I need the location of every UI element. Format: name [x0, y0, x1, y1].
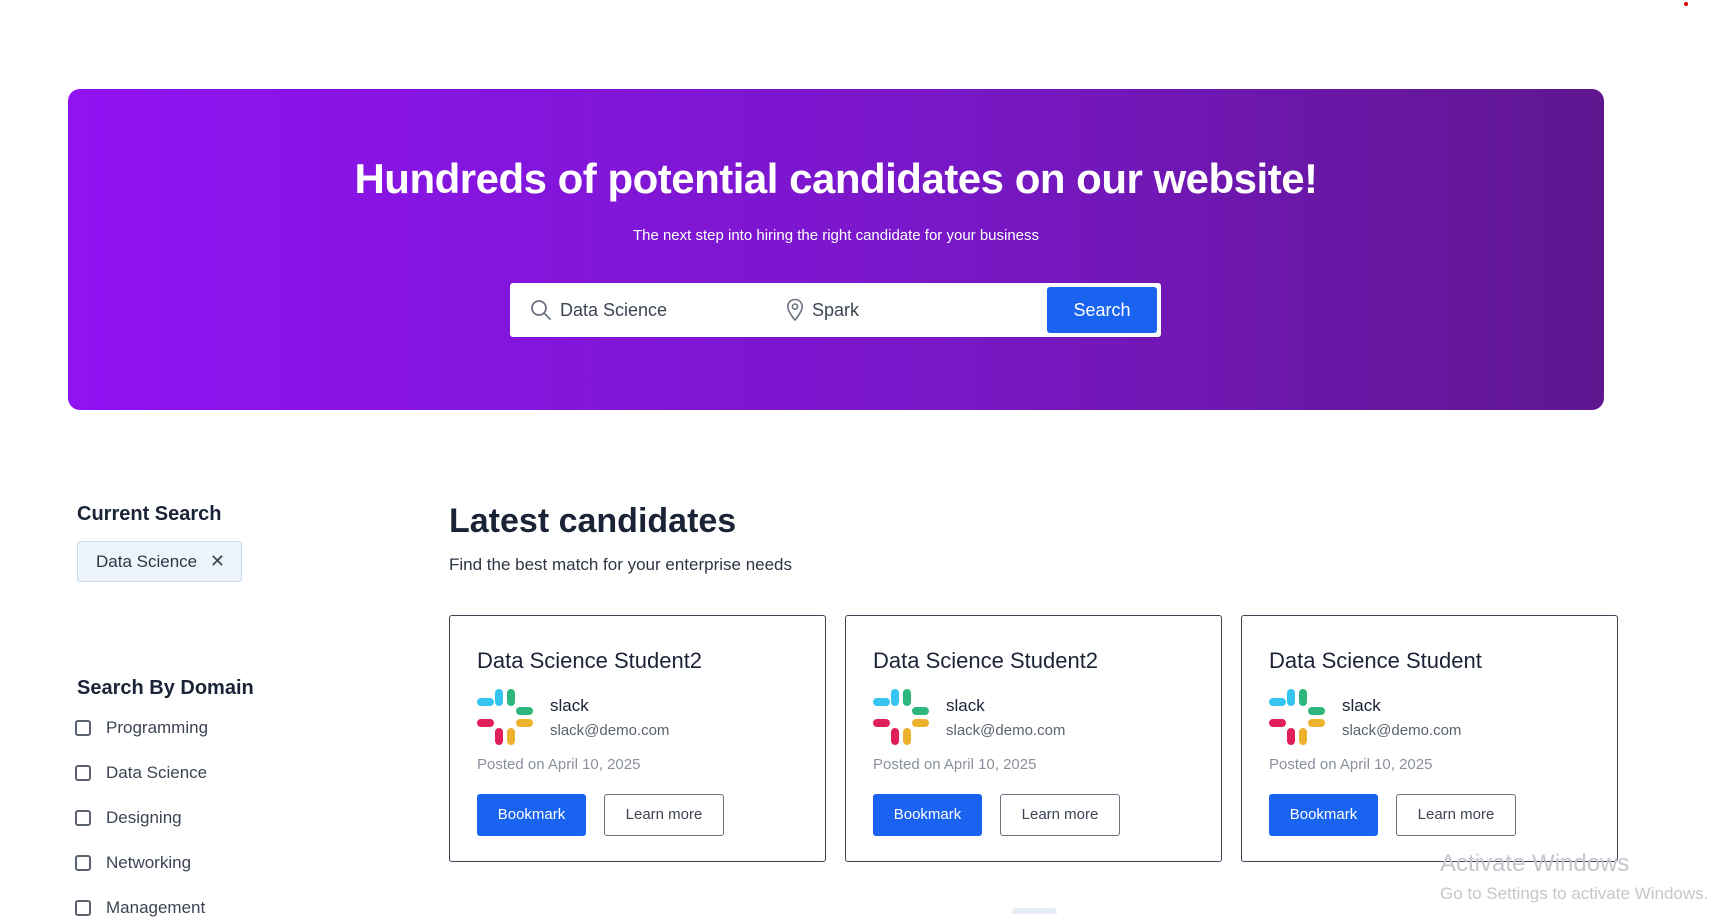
company-email: slack@demo.com	[550, 722, 670, 739]
bookmark-button[interactable]: Bookmark	[873, 794, 982, 836]
candidate-card: Data Science Student2 slack slack@demo.c…	[449, 615, 826, 862]
checkbox[interactable]	[75, 720, 91, 736]
checkbox[interactable]	[75, 765, 91, 781]
posted-date: Posted on April 10, 2025	[1269, 756, 1433, 773]
domain-label: Programming	[106, 718, 209, 737]
checkbox[interactable]	[75, 810, 91, 826]
slack-logo-icon	[1269, 689, 1325, 745]
current-search-chip: Data Science ✕	[77, 541, 242, 582]
hero-banner: Hundreds of potential candidates on our …	[68, 89, 1604, 410]
location-pin-icon	[786, 298, 804, 327]
domain-item-designing[interactable]: Designing	[75, 808, 295, 832]
domain-item-networking[interactable]: Networking	[75, 853, 295, 877]
bookmark-button[interactable]: Bookmark	[477, 794, 586, 836]
domain-label: Management	[106, 898, 206, 917]
pagination-button[interactable]	[1012, 908, 1057, 914]
card-title[interactable]: Data Science Student2	[873, 648, 1098, 674]
hero-title: Hundreds of potential candidates on our …	[354, 155, 1318, 202]
hero-subtitle: The next step into hiring the right cand…	[632, 227, 1040, 244]
domain-item-management[interactable]: Management	[75, 898, 295, 922]
slack-logo-icon	[477, 689, 533, 745]
notification-dot	[1684, 2, 1688, 6]
keyword-input[interactable]: Data Science	[560, 283, 667, 337]
company-email: slack@demo.com	[1342, 722, 1462, 739]
latest-candidates-subtitle: Find the best match for your enterprise …	[449, 555, 793, 574]
domain-label: Networking	[106, 853, 192, 872]
chip-label: Data Science	[96, 552, 198, 571]
close-icon[interactable]: ✕	[210, 542, 225, 581]
posted-date: Posted on April 10, 2025	[477, 756, 641, 773]
company-name: slack	[1342, 696, 1381, 715]
candidate-card: Data Science Student2 slack slack@demo.c…	[845, 615, 1222, 862]
windows-activation-watermark: Activate Windows Go to Settings to activ…	[1440, 850, 1708, 904]
domain-label: Data Science	[106, 763, 208, 782]
company-name: slack	[946, 696, 985, 715]
posted-date: Posted on April 10, 2025	[873, 756, 1037, 773]
checkbox[interactable]	[75, 900, 91, 916]
watermark-line-1: Activate Windows	[1440, 850, 1630, 877]
slack-logo-icon	[873, 689, 929, 745]
card-title[interactable]: Data Science Student2	[477, 648, 702, 674]
search-icon	[530, 299, 552, 326]
learn-more-button[interactable]: Learn more	[1000, 794, 1120, 836]
location-input[interactable]: Spark	[812, 283, 859, 337]
domain-item-data-science[interactable]: Data Science	[75, 763, 295, 787]
candidate-card: Data Science Student slack slack@demo.co…	[1241, 615, 1618, 862]
latest-candidates-title: Latest candidates	[449, 502, 737, 540]
checkbox[interactable]	[75, 855, 91, 871]
company-name: slack	[550, 696, 589, 715]
card-title[interactable]: Data Science Student	[1269, 648, 1482, 674]
bookmark-button[interactable]: Bookmark	[1269, 794, 1378, 836]
domain-item-programming[interactable]: Programming	[75, 718, 295, 742]
search-bar: Data Science Spark Search	[510, 283, 1161, 337]
current-search-title: Current Search	[77, 503, 222, 525]
search-button[interactable]: Search	[1047, 287, 1157, 333]
search-by-domain-title: Search By Domain	[77, 677, 254, 699]
watermark-line-2: Go to Settings to activate Windows.	[1440, 884, 1709, 903]
learn-more-button[interactable]: Learn more	[604, 794, 724, 836]
learn-more-button[interactable]: Learn more	[1396, 794, 1516, 836]
company-email: slack@demo.com	[946, 722, 1066, 739]
domain-label: Designing	[106, 808, 182, 827]
